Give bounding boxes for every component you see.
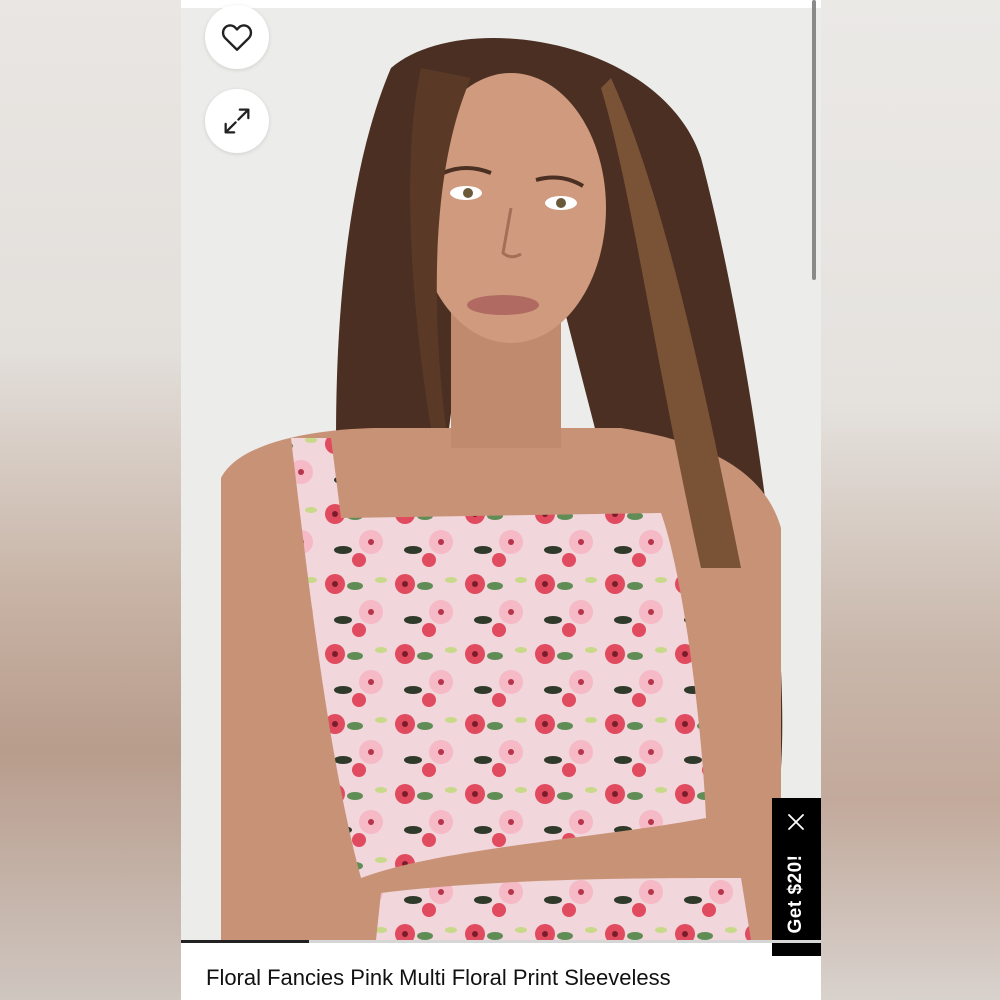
gallery-progress-bar [181, 940, 821, 943]
favorite-button[interactable] [205, 5, 269, 69]
blurred-backdrop-left [0, 0, 181, 1000]
expand-image-button[interactable] [205, 89, 269, 153]
product-page: Get $20! Floral Fancies Pink Multi Flora… [181, 0, 821, 1000]
gallery-progress-fill [181, 940, 309, 943]
promo-label: Get $20! [785, 854, 806, 934]
product-title: Floral Fancies Pink Multi Floral Print S… [206, 965, 671, 990]
model-illustration [221, 38, 783, 940]
heart-outline-icon [221, 24, 253, 51]
promo-tab[interactable]: Get $20! [772, 798, 821, 956]
expand-arrows-icon [224, 108, 250, 134]
close-icon [788, 814, 804, 830]
product-photo[interactable] [181, 8, 821, 940]
scrollbar[interactable] [812, 0, 816, 280]
promo-close-button[interactable] [784, 810, 808, 834]
blurred-backdrop-right [821, 0, 1000, 1000]
